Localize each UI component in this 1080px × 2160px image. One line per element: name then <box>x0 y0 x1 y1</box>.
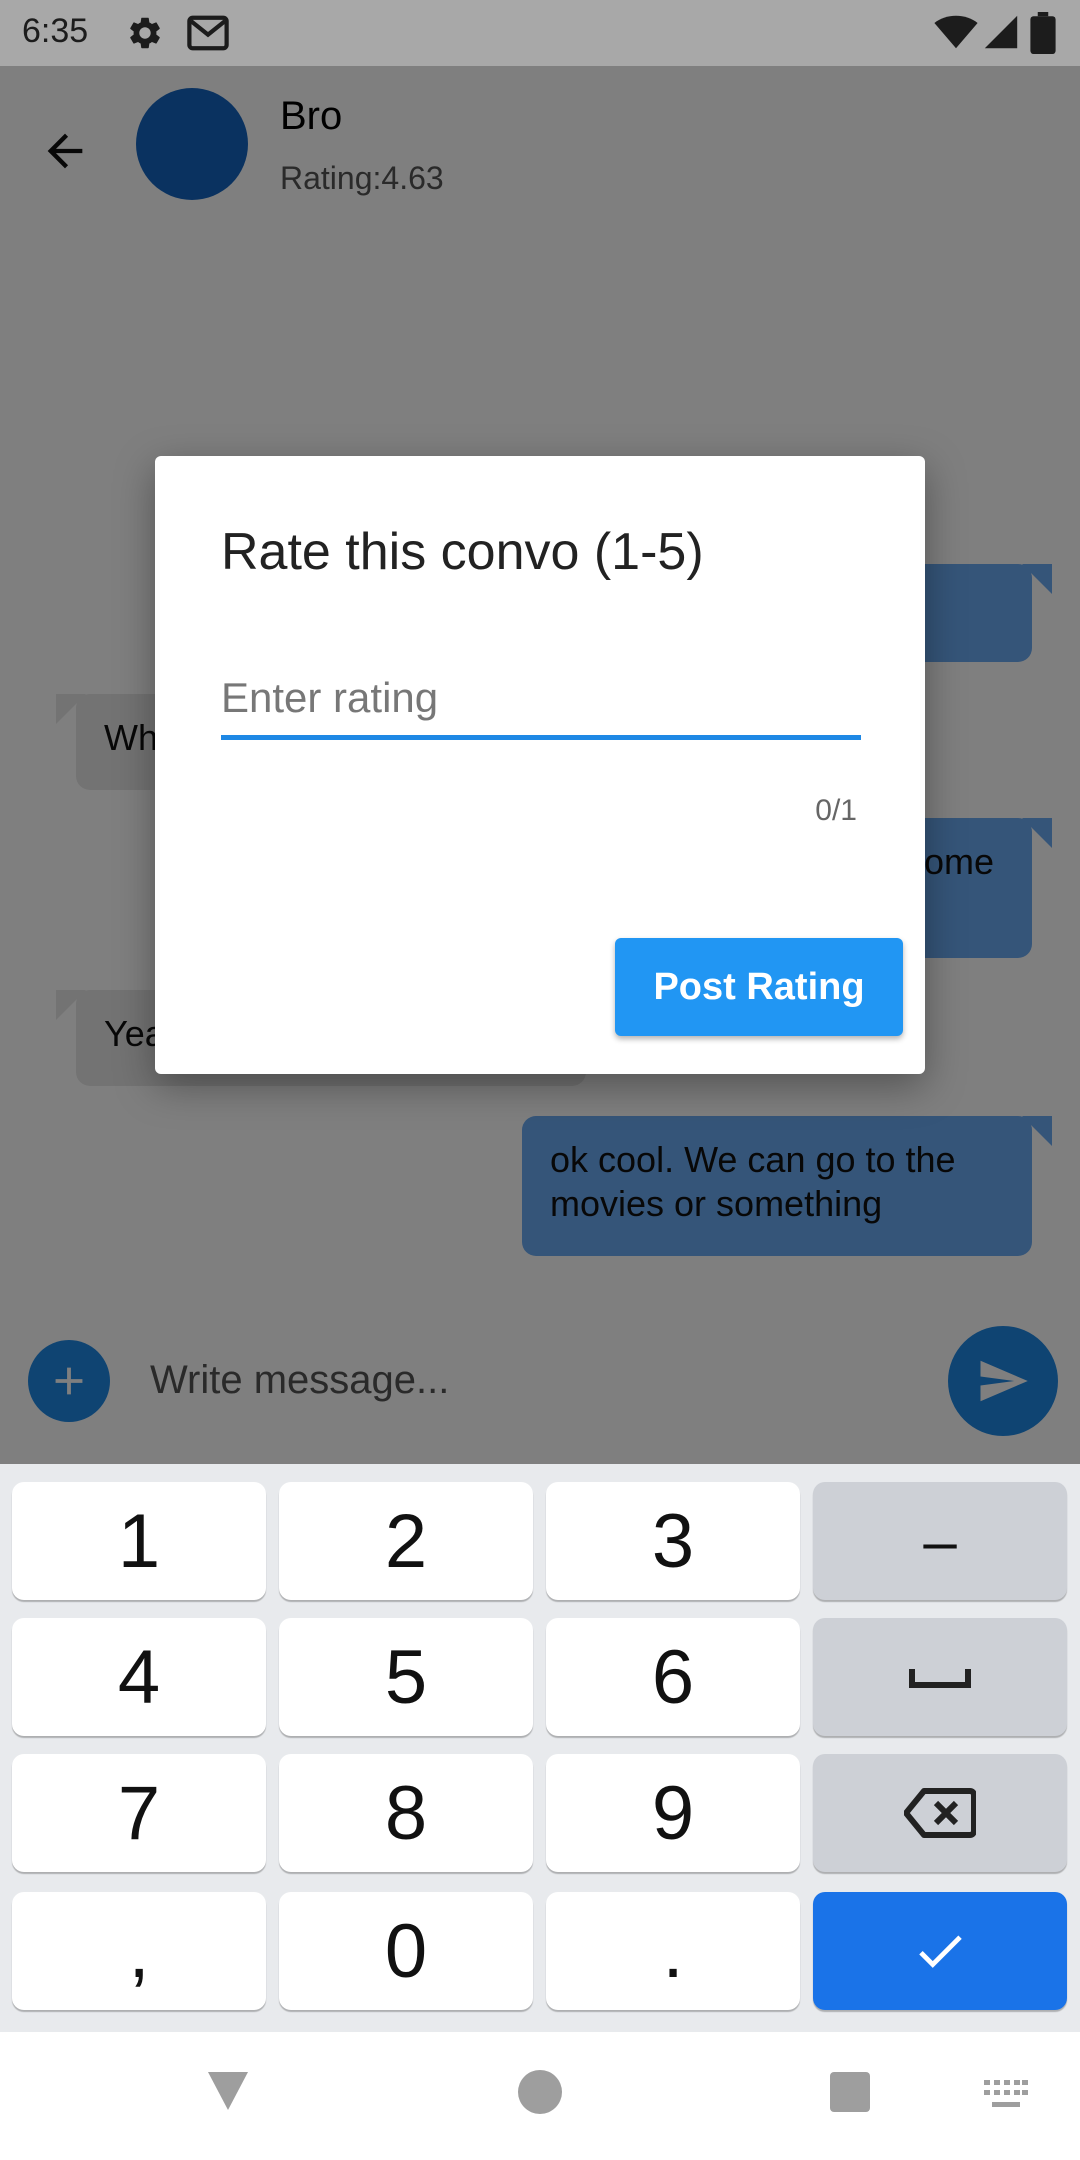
key-space[interactable] <box>813 1618 1067 1736</box>
wifi-icon <box>934 15 978 49</box>
nav-recents-icon[interactable] <box>830 2072 870 2112</box>
key-8[interactable]: 8 <box>279 1754 533 1872</box>
key-1[interactable]: 1 <box>12 1482 266 1600</box>
key-done[interactable] <box>813 1892 1067 2010</box>
space-bar-icon <box>909 1669 971 1688</box>
key-minus[interactable]: – <box>813 1482 1067 1600</box>
key-2[interactable]: 2 <box>279 1482 533 1600</box>
key-0[interactable]: 0 <box>279 1892 533 2010</box>
battery-icon <box>1030 12 1056 54</box>
key-period[interactable]: . <box>546 1892 800 2010</box>
key-backspace[interactable] <box>813 1754 1067 1872</box>
nav-back-icon[interactable] <box>204 2066 252 2114</box>
key-comma[interactable]: , <box>12 1892 266 2010</box>
gmail-icon <box>187 15 229 51</box>
rating-input[interactable] <box>221 668 861 740</box>
status-bar: 6:35 <box>0 0 1080 66</box>
numeric-keyboard: 1 2 3 – 4 5 6 7 8 9 , 0 . <box>0 1464 1080 2032</box>
key-7[interactable]: 7 <box>12 1754 266 1872</box>
cell-signal-icon <box>984 15 1018 49</box>
keyboard-switch-icon[interactable] <box>984 2080 1028 2110</box>
key-4[interactable]: 4 <box>12 1618 266 1736</box>
key-9[interactable]: 9 <box>546 1754 800 1872</box>
key-5[interactable]: 5 <box>279 1618 533 1736</box>
rating-dialog: Rate this convo (1-5) 0/1 Post Rating <box>155 456 925 1074</box>
post-rating-button[interactable]: Post Rating <box>615 938 903 1036</box>
check-icon <box>919 1935 962 1968</box>
status-time: 6:35 <box>22 12 89 50</box>
dialog-title: Rate this convo (1-5) <box>221 523 704 581</box>
nav-home-icon[interactable] <box>518 2070 562 2114</box>
key-3[interactable]: 3 <box>546 1482 800 1600</box>
settings-gear-icon <box>130 17 160 49</box>
system-nav-bar <box>0 2032 1080 2160</box>
key-6[interactable]: 6 <box>546 1618 800 1736</box>
character-counter: 0/1 <box>815 794 857 827</box>
backspace-icon <box>904 1788 976 1838</box>
